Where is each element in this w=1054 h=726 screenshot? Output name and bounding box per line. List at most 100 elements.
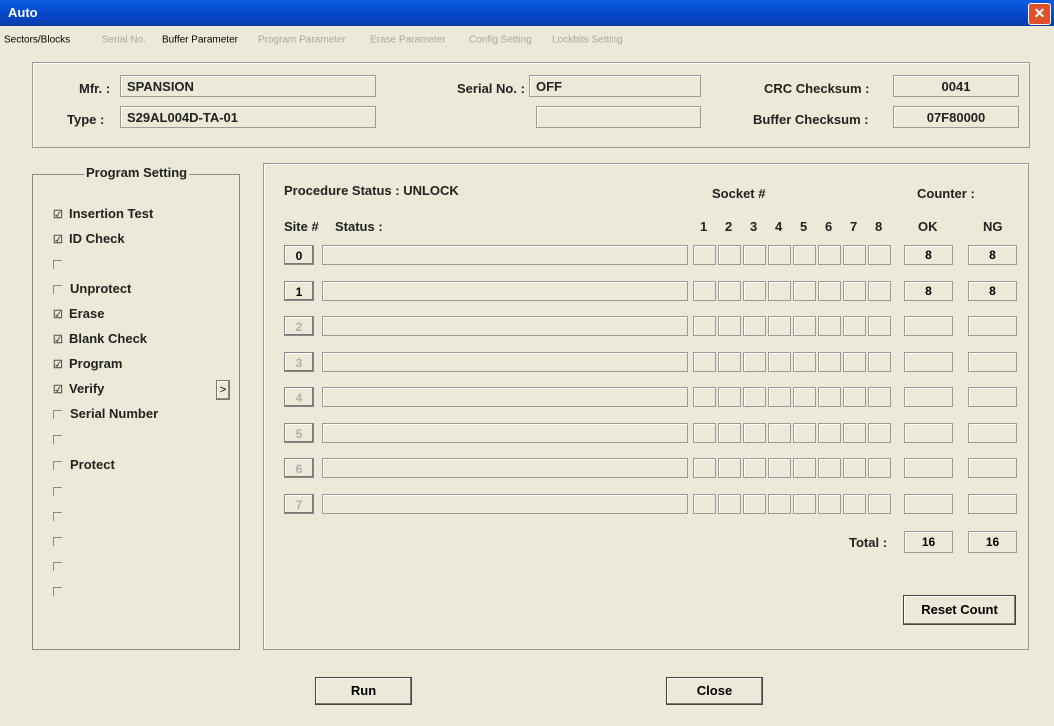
checkbox-protect[interactable]: Protect <box>53 457 115 473</box>
unchecked-box-icon <box>53 410 62 420</box>
socket-indicator <box>718 423 741 443</box>
tab-serial-no[interactable]: Serial No. <box>102 35 146 46</box>
checkbox-empty-15[interactable] <box>53 583 70 599</box>
ok-count-field: 8 <box>904 281 953 301</box>
checkbox-insertion-test[interactable]: ☑ Insertion Test <box>53 206 153 222</box>
unchecked-box-icon <box>53 587 62 597</box>
site-button-2[interactable]: 2 <box>284 316 314 336</box>
reset-count-button[interactable]: Reset Count <box>903 595 1016 625</box>
checkbox-empty-12[interactable] <box>53 508 70 524</box>
socket-number: 2 <box>725 219 733 234</box>
total-ok-field: 16 <box>904 531 953 553</box>
ng-count-field: 8 <box>968 245 1017 265</box>
unchecked-box-icon <box>53 487 62 497</box>
socket-indicator <box>793 494 816 514</box>
check-mark-icon: ☑ <box>53 359 63 371</box>
ok-count-field <box>904 423 953 443</box>
socket-indicator <box>843 494 866 514</box>
site-button-4[interactable]: 4 <box>284 387 314 407</box>
serial-no-field: OFF <box>529 75 701 97</box>
socket-indicator <box>818 245 841 265</box>
title-bar: Auto ✕ <box>0 0 1054 26</box>
checkbox-erase[interactable]: ☑ Erase <box>53 306 104 322</box>
checkbox-verify[interactable]: ☑ Verify <box>53 381 104 397</box>
checkbox-program[interactable]: ☑ Program <box>53 356 122 372</box>
checkbox-empty-9[interactable] <box>53 431 70 447</box>
check-mark-icon: ☑ <box>53 334 63 346</box>
checkbox-label: Insertion Test <box>69 206 154 221</box>
site-status-field <box>322 458 688 478</box>
unchecked-box-icon <box>53 285 62 295</box>
checkbox-label: Protect <box>70 457 115 472</box>
socket-indicator <box>693 245 716 265</box>
unchecked-box-icon <box>53 512 62 522</box>
expand-arrow-button[interactable]: > <box>216 380 230 400</box>
close-button[interactable]: Close <box>666 677 763 705</box>
ok-count-field: 8 <box>904 245 953 265</box>
site-button-7[interactable]: 7 <box>284 494 314 514</box>
checkbox-id-check[interactable]: ☑ ID Check <box>53 231 125 247</box>
socket-indicator <box>818 423 841 443</box>
tab-erase-parameter[interactable]: Erase Parameter <box>370 35 446 46</box>
socket-indicator <box>743 423 766 443</box>
socket-indicator <box>718 352 741 372</box>
socket-indicator <box>818 352 841 372</box>
socket-indicator <box>768 387 791 407</box>
socket-indicator <box>843 458 866 478</box>
tab-buffer-parameter[interactable]: Buffer Parameter <box>162 35 238 46</box>
site-button-0[interactable]: 0 <box>284 245 314 265</box>
checkbox-label: Erase <box>69 306 105 321</box>
site-button-3[interactable]: 3 <box>284 352 314 372</box>
checkbox-empty-2[interactable] <box>53 256 70 272</box>
socket-indicator <box>818 387 841 407</box>
socket-indicator <box>868 494 891 514</box>
tab-strip: Sectors/Blocks Serial No. Buffer Paramet… <box>0 26 1054 46</box>
checkbox-blank-check[interactable]: ☑ Blank Check <box>53 331 147 347</box>
socket-indicator <box>743 387 766 407</box>
ok-count-field <box>904 387 953 407</box>
close-icon[interactable]: ✕ <box>1028 3 1051 25</box>
counter-header: Counter : <box>917 186 975 201</box>
checkbox-serial-number[interactable]: Serial Number <box>53 406 158 422</box>
site-button-1[interactable]: 1 <box>284 281 314 301</box>
socket-indicator <box>768 245 791 265</box>
mfr-label: Mfr. : <box>79 81 111 96</box>
site-status-field <box>322 352 688 372</box>
unchecked-box-icon <box>53 461 62 471</box>
site-status-field <box>322 423 688 443</box>
total-ng-field: 16 <box>968 531 1017 553</box>
socket-number: 6 <box>825 219 833 234</box>
socket-indicator <box>768 458 791 478</box>
socket-indicator <box>743 458 766 478</box>
mfr-field: SPANSION <box>120 75 376 97</box>
socket-indicator <box>843 245 866 265</box>
socket-indicator <box>718 494 741 514</box>
checkbox-empty-13[interactable] <box>53 533 70 549</box>
tab-sectors-blocks[interactable]: Sectors/Blocks <box>4 35 70 46</box>
window-title: Auto <box>8 5 38 20</box>
socket-indicator <box>793 458 816 478</box>
type-field: S29AL004D-TA-01 <box>120 106 376 128</box>
unchecked-box-icon <box>53 260 62 270</box>
socket-indicator <box>818 316 841 336</box>
ng-count-field <box>968 316 1017 336</box>
site-status-field <box>322 281 688 301</box>
socket-indicator <box>693 387 716 407</box>
site-button-6[interactable]: 6 <box>284 458 314 478</box>
socket-indicator <box>793 245 816 265</box>
socket-indicator <box>843 316 866 336</box>
tab-lockbits-setting[interactable]: Lockbits Setting <box>552 35 623 46</box>
unchecked-box-icon <box>53 562 62 572</box>
ok-header: OK <box>918 219 938 234</box>
tab-config-setting[interactable]: Config Setting <box>469 35 532 46</box>
socket-indicator <box>793 316 816 336</box>
run-button[interactable]: Run <box>315 677 412 705</box>
checkbox-unprotect[interactable]: Unprotect <box>53 281 131 297</box>
checkbox-empty-11[interactable] <box>53 483 70 499</box>
procedure-status: Procedure Status : UNLOCK <box>284 183 459 198</box>
socket-indicator <box>693 316 716 336</box>
tab-program-parameter[interactable]: Program Parameter <box>258 35 346 46</box>
socket-number: 8 <box>875 219 883 234</box>
checkbox-empty-14[interactable] <box>53 558 70 574</box>
site-button-5[interactable]: 5 <box>284 423 314 443</box>
